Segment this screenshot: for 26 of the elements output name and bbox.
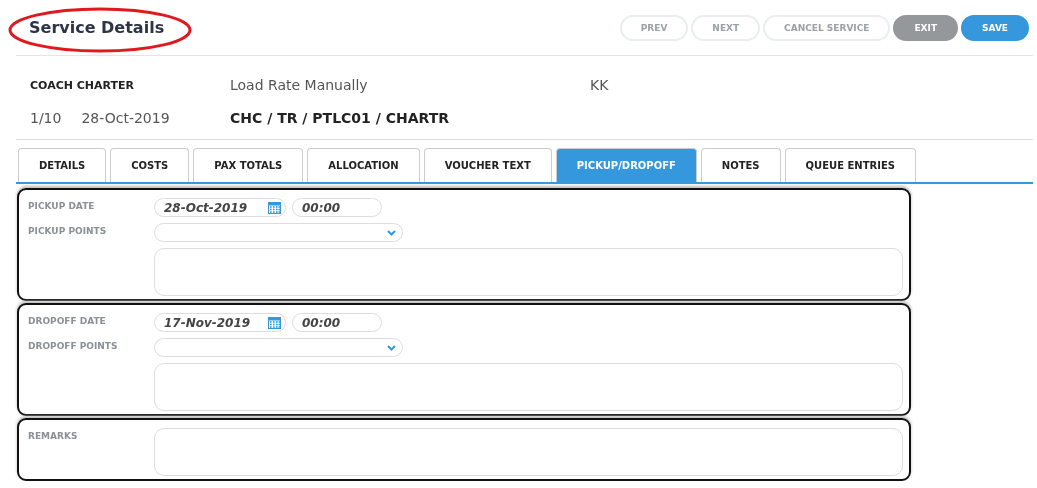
calendar-icon[interactable] xyxy=(268,316,281,329)
tab[interactable]: NOTES xyxy=(700,148,781,182)
tab[interactable]: ALLOCATION xyxy=(307,148,420,182)
tab[interactable]: VOUCHER TEXT xyxy=(423,148,552,182)
service-path: CHC / TR / PTLC01 / CHARTR xyxy=(230,109,450,126)
tab[interactable]: QUEUE ENTRIES xyxy=(784,148,916,182)
tab[interactable]: PAX TOTALS xyxy=(193,148,304,182)
chevron-down-icon xyxy=(387,229,396,236)
calendar-icon[interactable] xyxy=(268,201,281,214)
tab[interactable]: COSTS xyxy=(110,148,190,182)
tab[interactable]: DETAILS xyxy=(18,148,107,182)
rate-mode: Load Rate Manually xyxy=(230,77,369,94)
remarks-text-area[interactable] xyxy=(154,428,903,476)
points-text-area[interactable] xyxy=(154,363,903,411)
sequence-text: 1/10 xyxy=(30,109,62,126)
service-date: 28-Oct-2019 xyxy=(81,109,170,126)
page-title: Service Details xyxy=(29,18,165,37)
code-text: KK xyxy=(590,77,610,94)
chevron-down-icon xyxy=(387,344,396,351)
field-label: PICKUP DATE xyxy=(28,200,96,213)
field-label: DROPOFF DATE xyxy=(28,315,107,328)
points-text-area[interactable] xyxy=(154,248,903,296)
field-label: DROPOFF POINTS xyxy=(28,340,119,353)
field-label: REMARKS xyxy=(28,430,79,443)
service-type: COACH CHARTER xyxy=(30,78,135,92)
field-label: PICKUP POINTS xyxy=(28,225,108,238)
